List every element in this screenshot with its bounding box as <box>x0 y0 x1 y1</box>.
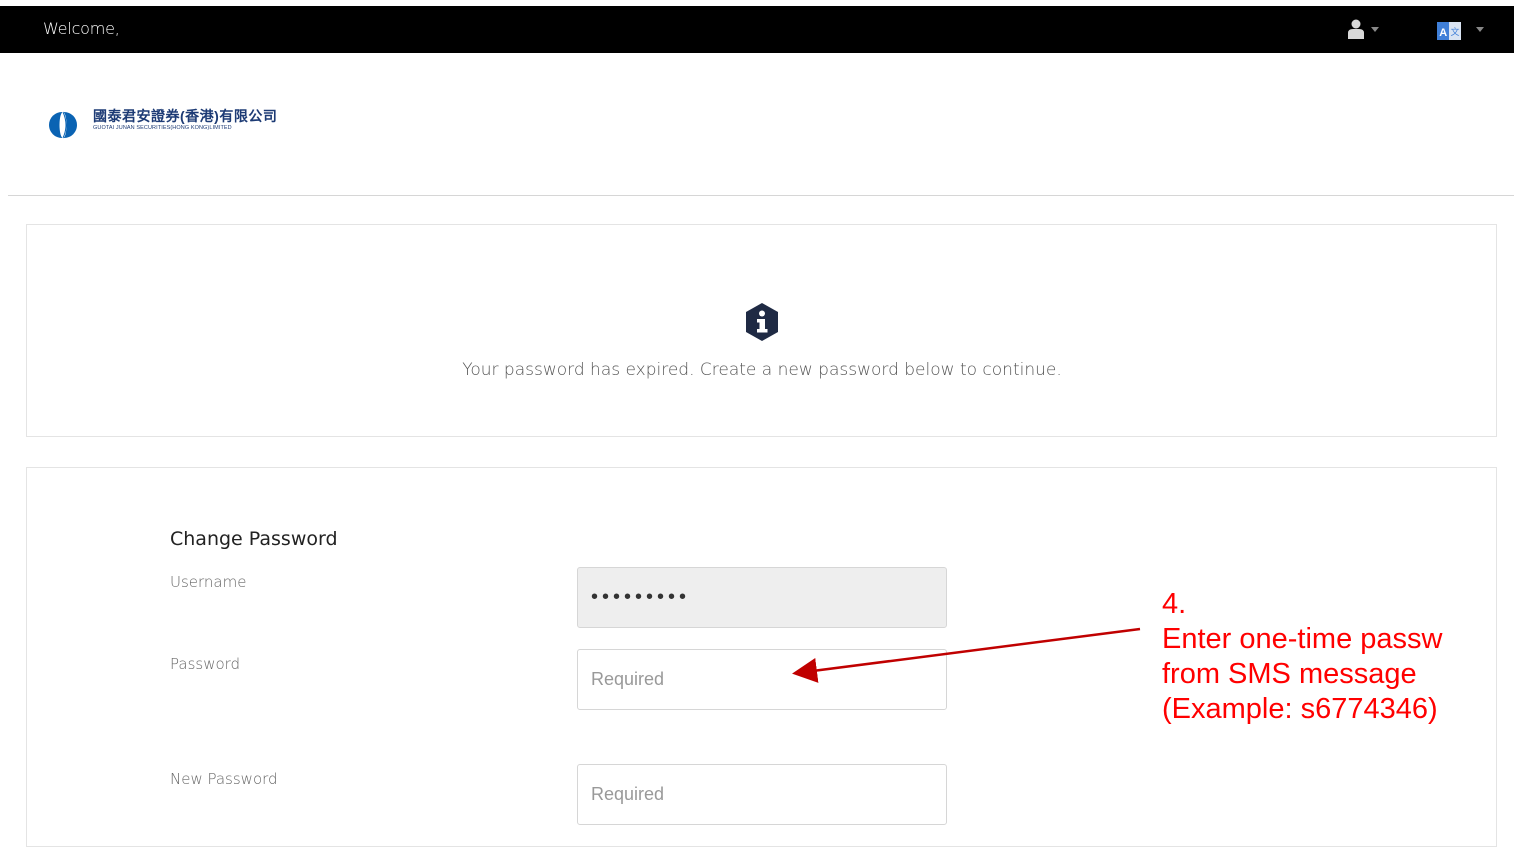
user-menu-button[interactable] <box>1348 17 1388 43</box>
logo-chinese-name: 國泰君安證券(香港)有限公司 <box>93 108 278 124</box>
new-password-label: New Password <box>170 770 278 788</box>
new-password-field[interactable] <box>577 764 947 825</box>
language-menu-button[interactable]: A 文 <box>1437 17 1487 43</box>
username-label: Username <box>170 573 247 591</box>
svg-text:A: A <box>1439 27 1447 39</box>
top-bar: Welcome, A 文 <box>0 6 1514 53</box>
header-divider <box>8 195 1514 196</box>
welcome-text: Welcome, <box>43 19 120 38</box>
logo-mark-icon <box>49 111 77 139</box>
logo-english-name: GUOTAI JUNAN SECURITIES(HONG KONG)LIMITE… <box>93 125 232 131</box>
info-icon <box>746 303 778 341</box>
password-field[interactable] <box>577 649 947 710</box>
chevron-down-icon <box>1371 27 1379 32</box>
annotation-line2: from SMS message <box>1162 658 1417 690</box>
translate-icon: A 文 <box>1437 22 1461 40</box>
password-label: Password <box>170 655 241 673</box>
chevron-down-icon <box>1476 27 1484 32</box>
svg-text:文: 文 <box>1451 26 1460 38</box>
password-expired-message: Your password has expired. Create a new … <box>462 360 1062 380</box>
annotation-step: 4. <box>1162 588 1187 620</box>
user-icon <box>1348 19 1364 39</box>
annotation-line3: (Example: s6774346) <box>1162 693 1438 725</box>
change-password-title: Change Password <box>170 528 338 550</box>
username-field[interactable] <box>577 567 947 628</box>
annotation-text: 4. Enter one-time passw from SMS message… <box>1162 587 1442 727</box>
annotation-line1: Enter one-time passw <box>1162 623 1443 655</box>
